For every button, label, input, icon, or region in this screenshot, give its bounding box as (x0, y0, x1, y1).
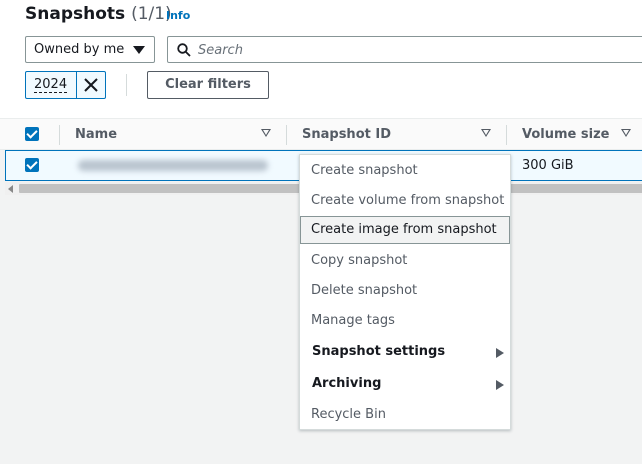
page-title-text: Snapshots (25, 4, 126, 24)
clear-filters-button[interactable]: Clear filters (147, 71, 269, 99)
filter-panel: Snapshots (1/1) Info Owned by me 2024 Cl… (0, 0, 642, 118)
sort-icon[interactable] (261, 129, 271, 137)
menu-item-create-volume[interactable]: Create volume from snapshot (300, 187, 510, 215)
menu-item-copy-snapshot[interactable]: Copy snapshot (300, 247, 510, 275)
owner-filter-select[interactable]: Owned by me (25, 36, 155, 63)
menu-item-create-snapshot[interactable]: Create snapshot (300, 157, 510, 185)
search-input[interactable] (198, 41, 498, 59)
sort-icon[interactable] (621, 129, 631, 137)
menu-item-snapshot-settings[interactable]: Snapshot settings (300, 338, 510, 366)
owner-filter-value: Owned by me (34, 42, 125, 57)
filter-divider (126, 74, 127, 96)
column-header-name[interactable]: Name (75, 127, 117, 142)
redacted-snapshot-name (78, 160, 268, 171)
menu-item-recycle-bin[interactable]: Recycle Bin (300, 401, 510, 429)
menu-item-label: Snapshot settings (312, 344, 446, 359)
row-checkbox[interactable] (25, 158, 39, 172)
filter-token-value[interactable]: 2024 (34, 78, 68, 93)
column-divider (59, 125, 60, 145)
table-header: Name Snapshot ID Volume size (0, 118, 642, 150)
token-divider (75, 72, 77, 98)
column-divider[interactable] (506, 125, 507, 145)
submenu-arrow-icon (496, 348, 504, 358)
menu-item-manage-tags[interactable]: Manage tags (300, 307, 510, 335)
volume-size-cell: 300 GiB (522, 158, 574, 173)
filter-token: 2024 (25, 71, 106, 99)
menu-item-label: Archiving (312, 376, 382, 391)
menu-item-delete-snapshot[interactable]: Delete snapshot (300, 277, 510, 305)
page-title: Snapshots (1/1) (25, 4, 172, 24)
caret-down-icon (133, 46, 145, 54)
sort-icon[interactable] (481, 129, 491, 137)
close-icon[interactable] (81, 75, 101, 95)
search-icon (177, 43, 191, 57)
column-header-volume-size[interactable]: Volume size (522, 127, 609, 142)
search-field[interactable] (167, 36, 642, 63)
scroll-left-icon[interactable] (8, 185, 13, 193)
select-all-checkbox[interactable] (25, 127, 39, 141)
column-header-snapshot-id[interactable]: Snapshot ID (302, 127, 391, 142)
menu-item-archiving[interactable]: Archiving (300, 370, 510, 398)
actions-context-menu: Create snapshot Create volume from snaps… (299, 154, 511, 430)
info-link[interactable]: Info (166, 9, 190, 22)
menu-item-create-image[interactable]: Create image from snapshot (300, 216, 510, 244)
column-divider[interactable] (286, 125, 287, 145)
submenu-arrow-icon (496, 380, 504, 390)
